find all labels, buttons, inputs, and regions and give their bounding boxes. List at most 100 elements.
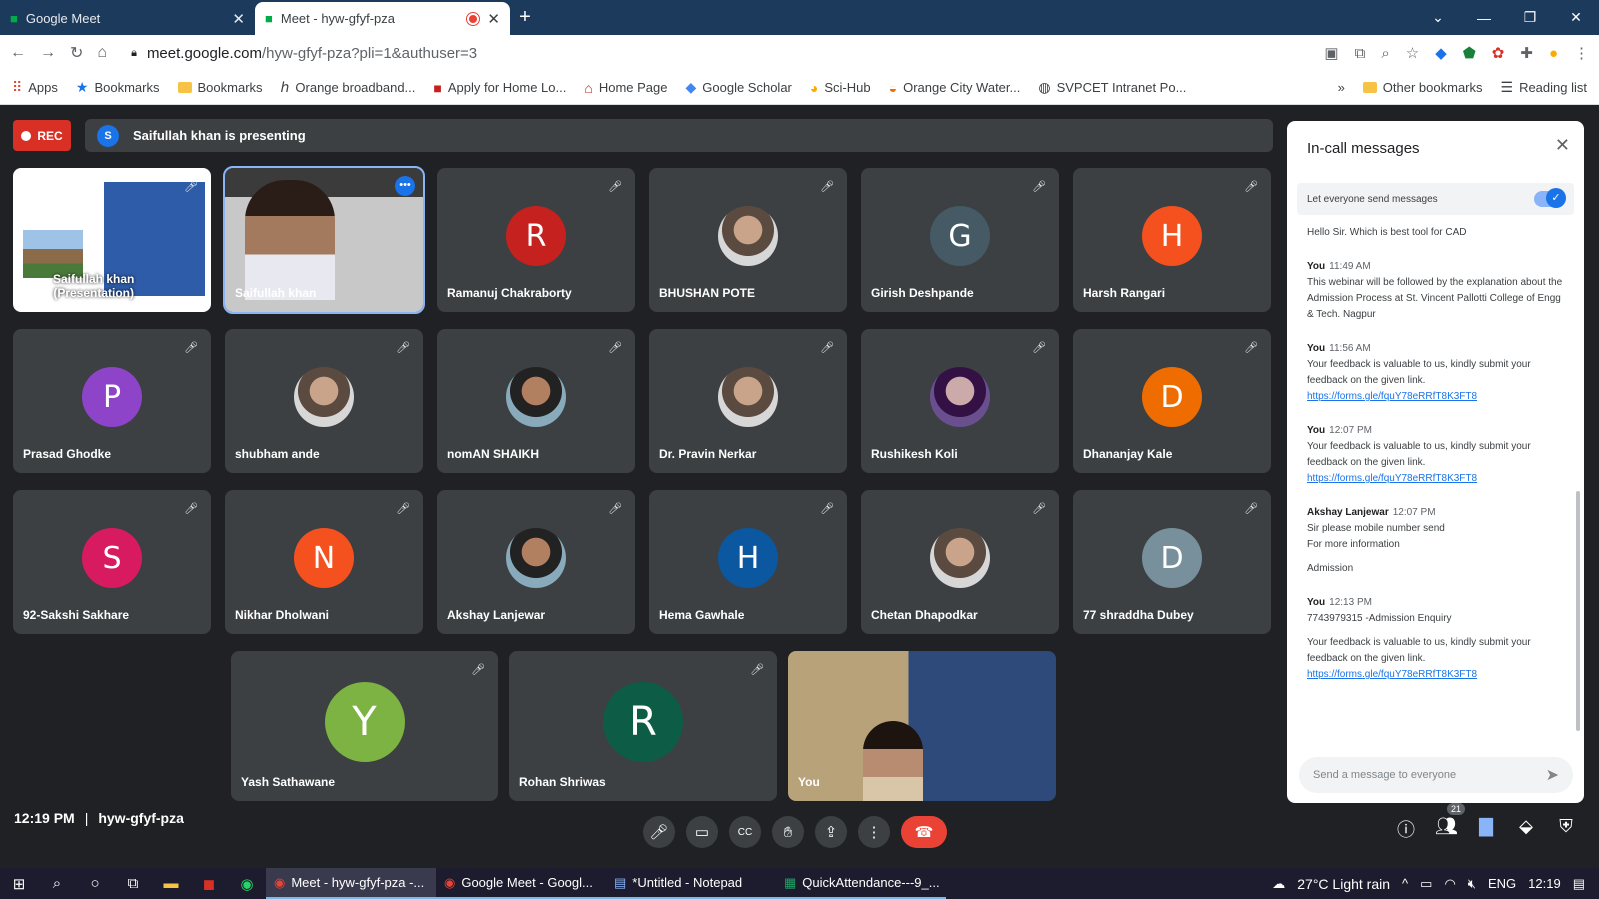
activities-icon[interactable]: ⬙ <box>1515 816 1537 842</box>
profile-avatar[interactable]: ● <box>1549 45 1558 62</box>
participant-tile[interactable]: 🎤︎ shubham ande <box>225 329 423 473</box>
participant-tile[interactable]: 🎤︎ nomAN SHAIKH <box>437 329 635 473</box>
minimize-button[interactable]: — <box>1461 10 1507 26</box>
bookmark-item[interactable]: ◍ SVPCET Intranet Po... <box>1038 79 1186 96</box>
people-button[interactable]: 👥︎ 21 <box>1435 803 1465 842</box>
participant-tile[interactable]: 🎤︎ BHUSHAN POTE <box>649 168 847 312</box>
task-view-icon[interactable]: ⧉ <box>114 875 152 892</box>
close-icon[interactable]: ✕ <box>1555 135 1570 156</box>
tab-search-icon[interactable]: ⌄ <box>1415 9 1461 26</box>
cortana-icon[interactable]: ○ <box>76 875 114 892</box>
participant-tile[interactable]: 🎤︎ Chetan Dhapodkar <box>861 490 1059 634</box>
participant-tile[interactable]: H 🎤︎ Hema Gawhale <box>649 490 847 634</box>
mic-button[interactable]: 🎤︎ <box>643 816 675 848</box>
participant-tile[interactable]: 🎤︎ Dr. Pravin Nerkar <box>649 329 847 473</box>
captions-button[interactable]: CC <box>729 816 761 848</box>
volume-muted-icon[interactable]: 🔇︎ <box>1468 876 1476 892</box>
address-bar[interactable]: 🔒︎ meet.google.com/hyw-gfyf-pza?pli=1&au… <box>121 39 1311 67</box>
extension-icon[interactable]: ◆ <box>1435 44 1447 62</box>
home-icon[interactable]: ⌂ <box>97 44 107 62</box>
tray-chevron-icon[interactable]: ^ <box>1402 876 1408 891</box>
bookmark-star-icon[interactable]: ☆ <box>1406 44 1419 62</box>
weather-icon[interactable]: ☁ <box>1272 876 1285 892</box>
participant-tile[interactable]: R 🎤︎ Rohan Shriwas <box>509 651 777 801</box>
bookmark-item[interactable]: ⌂ Home Page <box>584 80 667 96</box>
bookmark-item[interactable]: Bookmarks <box>177 80 263 95</box>
menu-icon[interactable]: ⋮ <box>1574 44 1589 62</box>
host-controls-icon[interactable]: ⛨ <box>1555 816 1577 842</box>
participant-tile[interactable]: 🎤︎ Akshay Lanjewar <box>437 490 635 634</box>
tab-meet-call[interactable]: ■ Meet - hyw-gfyf-pza ✕ <box>255 2 510 35</box>
clock[interactable]: 12:19 <box>1528 876 1561 891</box>
battery-icon[interactable]: ▭ <box>1420 876 1432 892</box>
feedback-link[interactable]: https://forms.gle/fquY78eRRfT8K3FT8 <box>1307 471 1567 487</box>
participant-tile[interactable]: R 🎤︎ Ramanuj Chakraborty <box>437 168 635 312</box>
participant-tile[interactable]: D 🎤︎ Dhananjay Kale <box>1073 329 1271 473</box>
notifications-icon[interactable]: ▤ <box>1573 876 1585 892</box>
taskbar-task[interactable]: ◉ Meet - hyw-gfyf-pza -... <box>266 868 436 899</box>
leave-call-button[interactable]: ☎︎ <box>901 816 947 848</box>
bookmark-item[interactable]: ◆ Google Scholar <box>685 79 791 96</box>
camera-icon[interactable]: ▣ <box>1324 44 1338 62</box>
participant-tile[interactable]: Saifullah khan (Presentation) 🎤︎ <box>13 168 211 312</box>
reading-list[interactable]: ☰ Reading list <box>1501 79 1588 96</box>
camera-button[interactable]: ▭ <box>686 816 718 848</box>
whatsapp-icon[interactable]: ◉ <box>228 875 266 893</box>
info-icon[interactable]: ⓘ <box>1395 816 1417 842</box>
feedback-link[interactable]: https://forms.gle/fquY78eRRfT8K3FT8 <box>1307 389 1567 405</box>
participant-tile[interactable]: S 🎤︎ 92-Sakshi Sakhare <box>13 490 211 634</box>
app-red-icon[interactable]: ◼ <box>190 875 228 893</box>
participant-tile[interactable]: 🎤︎ Rushikesh Koli <box>861 329 1059 473</box>
participant-tile[interactable]: G 🎤︎ Girish Deshpande <box>861 168 1059 312</box>
close-tab-icon[interactable]: ✕ <box>232 10 245 28</box>
bookmark-apps[interactable]: ⠿ Apps <box>12 79 58 96</box>
forward-icon[interactable]: → <box>40 44 56 62</box>
more-bookmarks-icon[interactable]: » <box>1338 80 1345 95</box>
send-icon[interactable]: ➤ <box>1546 765 1559 785</box>
bookmark-item[interactable]: ■ Apply for Home Lo... <box>433 80 566 96</box>
participant-tile[interactable]: Y 🎤︎ Yash Sathawane <box>231 651 498 801</box>
participant-tile[interactable]: H 🎤︎ Harsh Rangari <box>1073 168 1271 312</box>
puzzle-icon[interactable]: ✚ <box>1520 44 1533 62</box>
more-options-icon[interactable]: ••• <box>395 176 415 196</box>
recording-indicator[interactable]: REC <box>13 120 71 151</box>
taskbar-task[interactable]: ▦ QuickAttendance---9_... <box>776 868 946 899</box>
message-input[interactable]: Send a message to everyone ➤ <box>1299 757 1573 793</box>
zoom-icon[interactable]: ⌕ <box>1381 45 1389 62</box>
file-explorer-icon[interactable]: ▬ <box>152 875 190 892</box>
windows-start-icon[interactable]: ⊞ <box>0 875 38 893</box>
feedback-link[interactable]: https://forms.gle/fquY78eRRfT8K3FT8 <box>1307 667 1567 683</box>
extension-red-icon[interactable]: ✿ <box>1492 44 1505 62</box>
chat-icon[interactable]: ▇ <box>1475 816 1497 842</box>
close-tab-icon[interactable]: ✕ <box>487 10 500 28</box>
open-external-icon[interactable]: ⧉ <box>1355 45 1366 62</box>
bookmark-item[interactable]: ◕ Sci-Hub <box>810 80 871 96</box>
bookmark-item[interactable]: ℎ Orange broadband... <box>281 79 416 96</box>
wifi-icon[interactable]: ◠ <box>1444 876 1455 892</box>
other-bookmarks[interactable]: Other bookmarks <box>1362 80 1483 95</box>
reload-icon[interactable]: ↻ <box>70 43 83 63</box>
language-indicator[interactable]: ENG <box>1488 876 1516 891</box>
allow-messages-toggle[interactable] <box>1534 188 1566 208</box>
self-tile[interactable]: You <box>788 651 1056 801</box>
bookmark-item[interactable]: ★ Bookmarks <box>76 79 160 96</box>
more-options-button[interactable]: ⋮ <box>858 816 890 848</box>
shield-extension-icon[interactable]: ⬟ <box>1463 44 1476 62</box>
taskbar-task[interactable]: ◉ Google Meet - Googl... <box>436 868 606 899</box>
maximize-button[interactable]: ❐ <box>1507 9 1553 26</box>
participant-tile[interactable]: P 🎤︎ Prasad Ghodke <box>13 329 211 473</box>
search-icon[interactable]: ⌕ <box>38 875 76 892</box>
raise-hand-button[interactable]: ✋︎ <box>772 816 804 848</box>
participant-tile[interactable]: ••• Saifullah khan <box>223 166 425 314</box>
present-button[interactable]: ⇪ <box>815 816 847 848</box>
tab-google-meet[interactable]: ■ Google Meet ✕ <box>0 2 255 35</box>
weather-text[interactable]: 27°C Light rain <box>1297 876 1390 892</box>
new-tab-button[interactable]: + <box>510 6 540 29</box>
participant-tile[interactable]: N 🎤︎ Nikhar Dholwani <box>225 490 423 634</box>
taskbar-task[interactable]: ▤ *Untitled - Notepad <box>606 868 776 899</box>
chat-scrollbar[interactable] <box>1576 491 1580 731</box>
participant-tile[interactable]: D 🎤︎ 77 shraddha Dubey <box>1073 490 1271 634</box>
back-icon[interactable]: ← <box>10 44 26 62</box>
close-window-button[interactable]: ✕ <box>1553 9 1599 26</box>
bookmark-item[interactable]: ◒ Orange City Water... <box>889 80 1021 96</box>
